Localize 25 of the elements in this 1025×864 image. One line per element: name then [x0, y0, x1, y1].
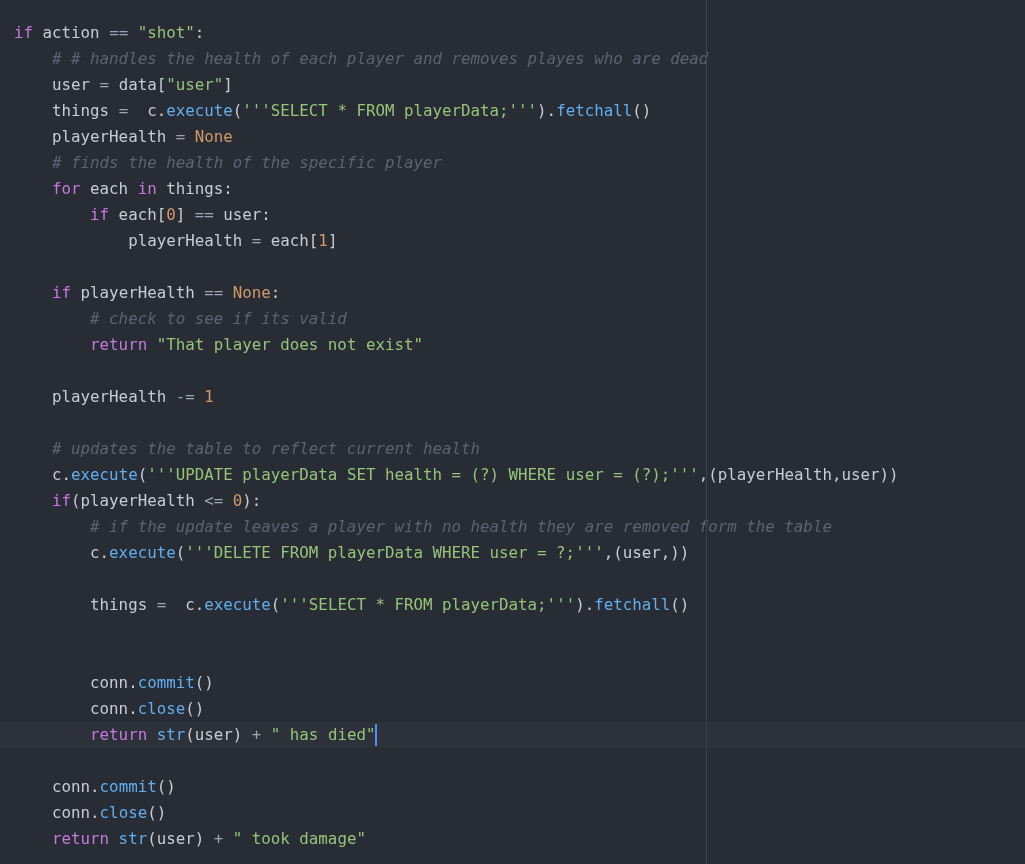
- code-line: c.execute('''DELETE FROM playerData WHERE user = ?;''',(user,)): [89, 542, 690, 564]
- code-line: if(playerHealth <= 0):: [51, 490, 262, 512]
- code-line: c.execute('''UPDATE playerData SET health = (?) WHERE user = (?);''',(playerHealth,user)): [51, 464, 899, 486]
- code-line: things = c.execute('''SELECT * FROM playerData;''').fetchall(): [51, 100, 652, 122]
- code-line: conn.commit(): [89, 672, 214, 694]
- code-line: user = data["user"]: [51, 74, 233, 96]
- code-line: for each in things:: [51, 178, 233, 200]
- code-line: # updates the table to reflect current health: [51, 438, 481, 460]
- code-line: # finds the health of the specific player: [51, 152, 442, 174]
- code-line: conn.commit(): [51, 776, 176, 798]
- code-line: return str(user) + " has died": [89, 724, 376, 746]
- code-line: # check to see if its valid: [89, 308, 347, 330]
- code-line: playerHealth = each[1]: [127, 230, 338, 252]
- code-line: if action == "shot":: [14, 22, 205, 44]
- code-line: things = c.execute('''SELECT * FROM playerData;''').fetchall(): [89, 594, 690, 616]
- code-line: return "That player does not exist": [89, 334, 423, 356]
- code-line: conn.close(): [51, 802, 167, 824]
- code-line: return str(user) + " took damage": [51, 828, 366, 850]
- code-line: if playerHealth == None:: [51, 282, 281, 304]
- text-cursor: [375, 724, 378, 746]
- code-line: playerHealth -= 1: [51, 386, 214, 408]
- code-line: conn.close(): [89, 698, 205, 720]
- code-line: if each[0] == user:: [89, 204, 271, 226]
- code-line: playerHealth = None: [51, 126, 233, 148]
- code-line: # if the update leaves a player with no health they are removed form the table: [89, 516, 832, 538]
